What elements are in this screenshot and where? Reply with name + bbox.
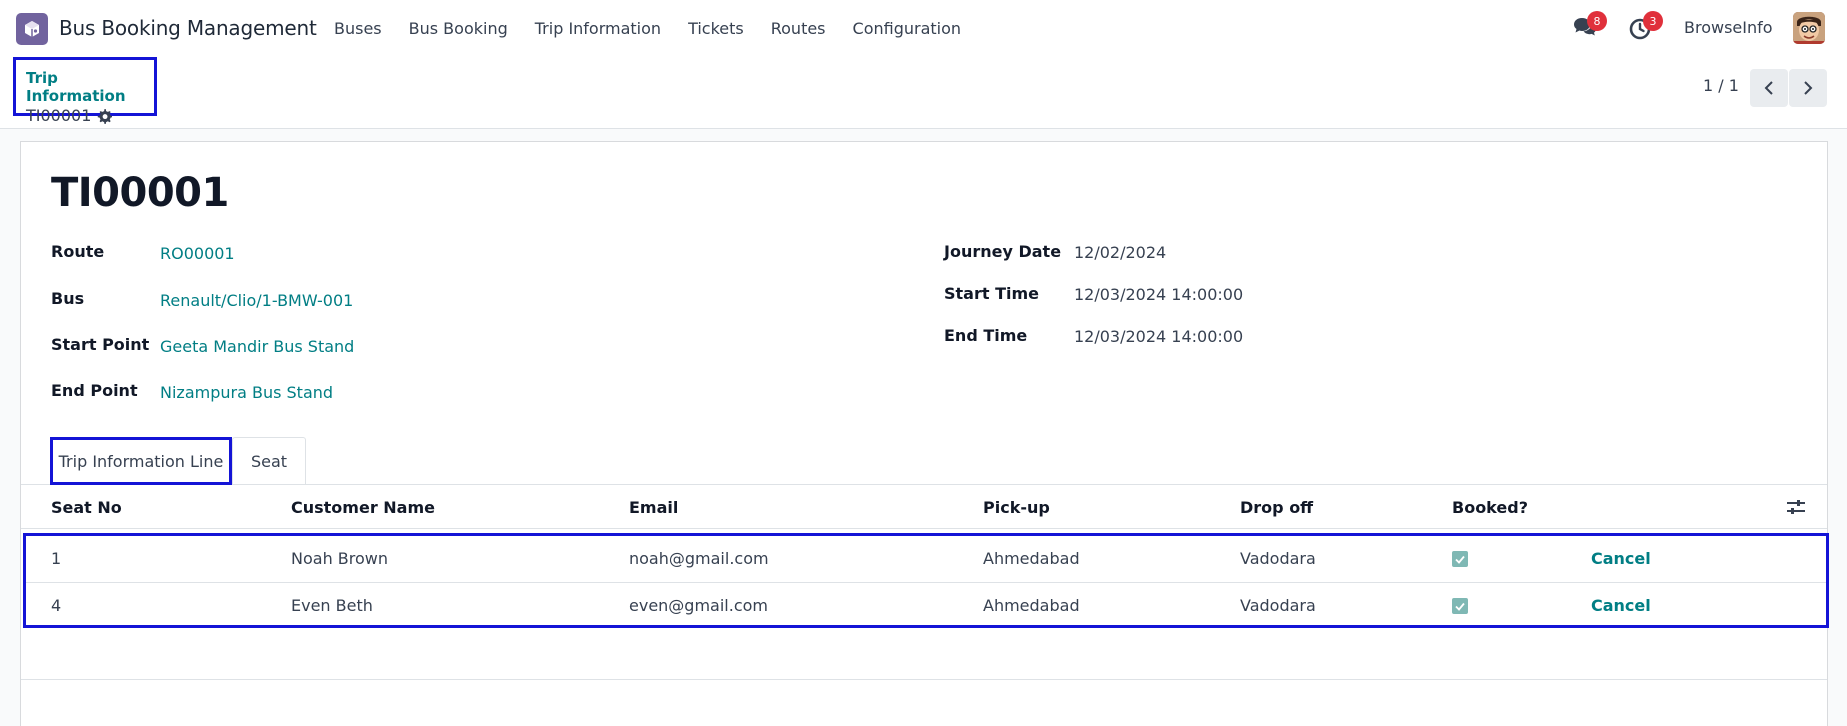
menu-item-buses[interactable]: Buses xyxy=(334,19,382,38)
breadcrumb: Trip Information TI00001 xyxy=(13,57,157,125)
record-title: TI00001 xyxy=(51,170,229,216)
route-label: Route xyxy=(51,242,105,261)
main-menu: Buses Bus Booking Trip Information Ticke… xyxy=(334,0,988,56)
pager-next-button[interactable] xyxy=(1789,69,1827,107)
top-navbar: Bus Booking Management Buses Bus Booking… xyxy=(0,0,1847,56)
cell-seat-no: 1 xyxy=(51,549,62,568)
end-time-value[interactable]: 12/03/2024 14:00:00 xyxy=(1074,327,1243,346)
bus-label: Bus xyxy=(51,289,85,308)
bus-booking-app-icon[interactable] xyxy=(16,13,48,45)
breadcrumb-record: TI00001 xyxy=(26,106,154,126)
cancel-button[interactable]: Cancel xyxy=(1591,549,1651,568)
end-point-value-link[interactable]: Nizampura Bus Stand xyxy=(160,383,333,402)
route-value-link[interactable]: RO00001 xyxy=(160,244,235,263)
column-header-drop-off[interactable]: Drop off xyxy=(1240,498,1313,517)
table-footer-divider xyxy=(21,679,1827,680)
booked-checkbox[interactable] xyxy=(1452,598,1468,614)
cell-email: noah@gmail.com xyxy=(629,549,769,568)
cell-email: even@gmail.com xyxy=(629,596,768,615)
end-point-label: End Point xyxy=(51,381,138,400)
tab-seat[interactable]: Seat xyxy=(232,437,306,485)
start-point-value-link[interactable]: Geeta Mandir Bus Stand xyxy=(160,337,354,356)
start-time-label: Start Time xyxy=(944,284,1039,303)
checkmark-icon xyxy=(1455,602,1465,611)
column-header-booked[interactable]: Booked? xyxy=(1452,498,1528,517)
breadcrumb-record-name: TI00001 xyxy=(26,106,92,125)
user-name[interactable]: BrowseInfo xyxy=(1684,18,1773,37)
column-header-customer-name[interactable]: Customer Name xyxy=(291,498,435,517)
menu-item-bus-booking[interactable]: Bus Booking xyxy=(409,19,508,38)
control-panel: Trip Information TI00001 1 / 1 xyxy=(0,56,1847,129)
menu-item-configuration[interactable]: Configuration xyxy=(853,19,962,38)
cell-pick-up: Ahmedabad xyxy=(983,549,1080,568)
cell-customer-name: Even Beth xyxy=(291,596,373,615)
end-time-label: End Time xyxy=(944,326,1028,345)
chevron-left-icon xyxy=(1764,81,1773,95)
cell-seat-no: 4 xyxy=(51,596,62,615)
booked-checkbox[interactable] xyxy=(1452,551,1468,567)
activities-count-badge: 3 xyxy=(1643,11,1663,31)
menu-item-tickets[interactable]: Tickets xyxy=(688,19,744,38)
gear-icon[interactable] xyxy=(97,108,113,124)
form-tabs: Trip Information Line Seat xyxy=(21,437,1827,485)
journey-date-value[interactable]: 12/02/2024 xyxy=(1074,243,1166,262)
bus-value-link[interactable]: Renault/Clio/1-BMW-001 xyxy=(160,291,353,310)
chevron-right-icon xyxy=(1804,81,1813,95)
pager-previous-button[interactable] xyxy=(1750,69,1788,107)
form-sheet: TI00001 Route RO00001 Bus Renault/Clio/1… xyxy=(20,141,1829,726)
cell-customer-name: Noah Brown xyxy=(291,549,389,568)
start-point-label: Start Point xyxy=(51,335,150,354)
column-header-seat-no[interactable]: Seat No xyxy=(51,498,122,517)
messages-count-badge: 8 xyxy=(1587,11,1607,31)
start-time-value[interactable]: 12/03/2024 14:00:00 xyxy=(1074,285,1243,304)
cell-drop-off: Vadodara xyxy=(1240,549,1316,568)
table-row[interactable]: 4 Even Beth even@gmail.com Ahmedabad Vad… xyxy=(26,582,1826,628)
checkmark-icon xyxy=(1455,555,1465,564)
table-row[interactable]: 1 Noah Brown noah@gmail.com Ahmedabad Va… xyxy=(26,536,1826,582)
tab-trip-information-line[interactable]: Trip Information Line xyxy=(50,437,232,485)
pager-value[interactable]: 1 / 1 xyxy=(1703,76,1739,95)
menu-item-routes[interactable]: Routes xyxy=(771,19,826,38)
cell-drop-off: Vadodara xyxy=(1240,596,1316,615)
cell-pick-up: Ahmedabad xyxy=(983,596,1080,615)
breadcrumb-trip-information-link[interactable]: Trip Information xyxy=(26,69,154,105)
journey-date-label: Journey Date xyxy=(944,242,1062,261)
menu-item-trip-information[interactable]: Trip Information xyxy=(535,19,661,38)
user-avatar[interactable] xyxy=(1793,12,1825,44)
app-title[interactable]: Bus Booking Management xyxy=(59,16,317,40)
column-header-email[interactable]: Email xyxy=(629,498,678,517)
cancel-button[interactable]: Cancel xyxy=(1591,596,1651,615)
column-settings-sliders-icon[interactable] xyxy=(1786,498,1806,516)
table-rows-highlight: 1 Noah Brown noah@gmail.com Ahmedabad Va… xyxy=(23,533,1829,628)
table-header: Seat No Customer Name Email Pick-up Drop… xyxy=(21,486,1827,529)
column-header-pick-up[interactable]: Pick-up xyxy=(983,498,1050,517)
